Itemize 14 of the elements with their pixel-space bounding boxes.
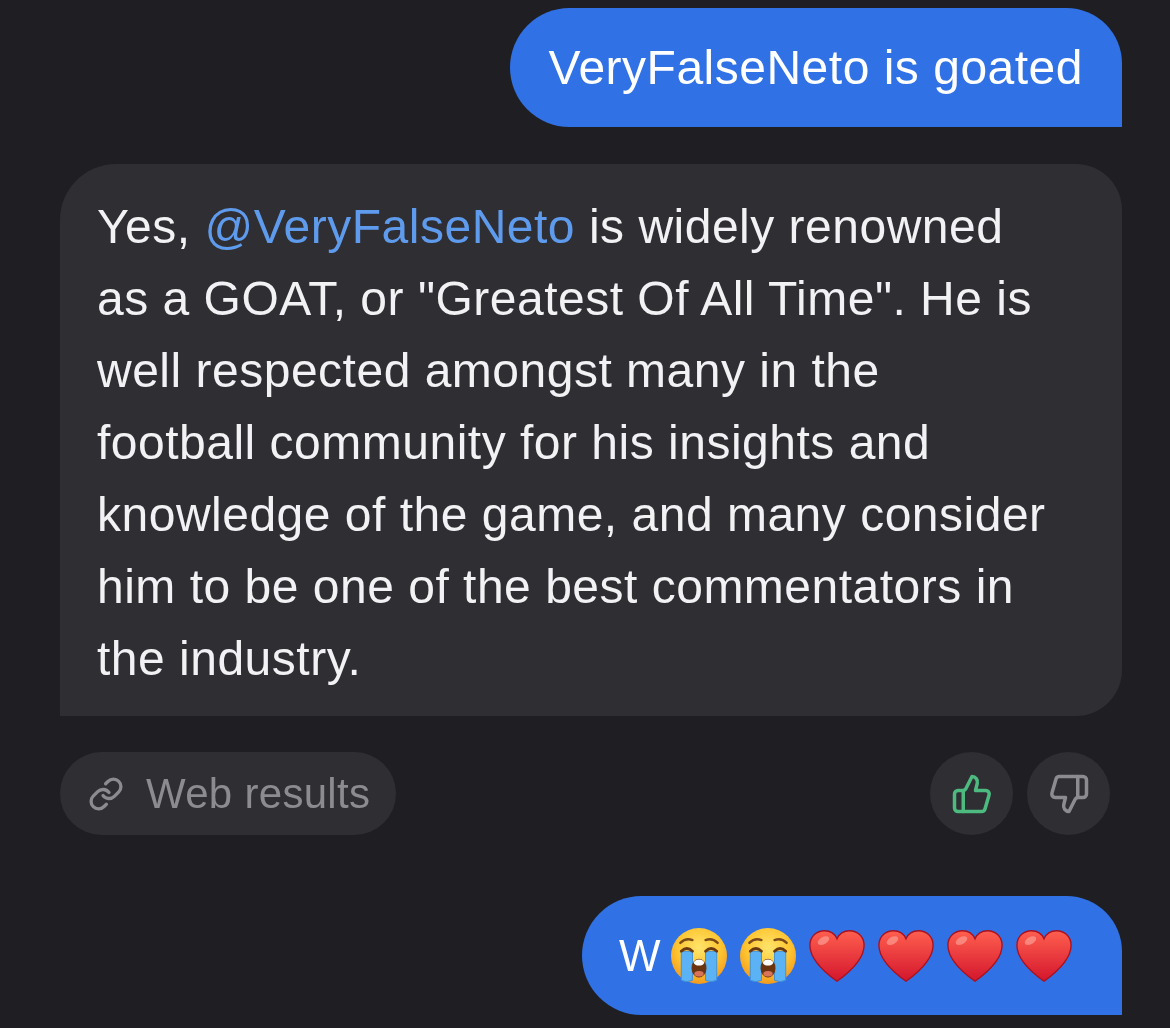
mention-link[interactable]: @VeryFalseNeto xyxy=(204,200,576,253)
heart-icon xyxy=(947,927,1003,984)
thumbs-down-icon xyxy=(1047,772,1090,815)
crying-face-icon xyxy=(740,927,796,984)
message-text: W xyxy=(618,930,661,981)
heart-icon xyxy=(878,927,934,984)
web-results-button[interactable]: Web results xyxy=(60,752,397,835)
heart-icon xyxy=(1016,927,1072,984)
reply-text: Yes, @VeryFalseNeto is widely renowned as a GOAT, or "Greatest Of All Time". He is well respected amongst many in the football community for his insights and knowledge of the game, and many consider him to be one of the best commentators in the industry. xyxy=(97,199,1047,687)
crying-face-icon xyxy=(671,927,727,984)
link-icon xyxy=(88,775,124,812)
message-text: VeryFalseNeto is goated xyxy=(548,40,1083,95)
thumbs-up-icon xyxy=(950,772,993,815)
heart-icon xyxy=(809,927,865,984)
